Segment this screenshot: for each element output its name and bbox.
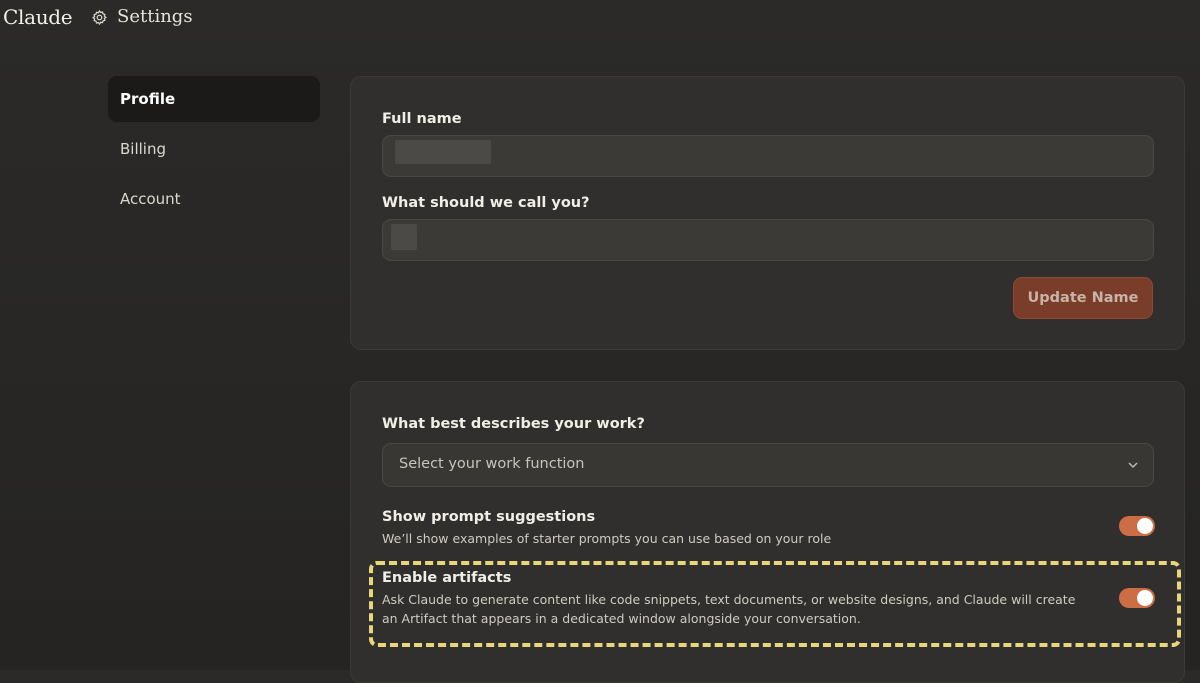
chevron-down-icon — [1128, 462, 1138, 469]
work-function-label: What best describes your work? — [382, 416, 645, 432]
work-preferences-card: What best describes your work? Select yo… — [350, 381, 1185, 683]
work-function-select[interactable]: Select your work function — [382, 443, 1154, 487]
top-bar: Claude Settings — [0, 0, 1200, 38]
page-title: Settings — [117, 6, 193, 27]
app-brand[interactable]: Claude — [3, 5, 73, 29]
full-name-input[interactable] — [382, 135, 1154, 177]
prompt-suggestions-toggle[interactable] — [1119, 516, 1155, 536]
profile-name-card: Full name What should we call you? Updat… — [350, 76, 1185, 350]
work-function-placeholder: Select your work function — [399, 456, 585, 472]
settings-sidebar: Profile Billing Account — [108, 76, 320, 226]
artifacts-toggle[interactable] — [1119, 588, 1155, 608]
sidebar-item-account[interactable]: Account — [108, 176, 320, 222]
redacted-full-name — [395, 140, 491, 164]
prompt-suggestions-title: Show prompt suggestions — [382, 509, 596, 525]
redacted-nickname — [391, 224, 417, 250]
sidebar-item-billing[interactable]: Billing — [108, 126, 320, 172]
artifacts-description: Ask Claude to generate content like code… — [382, 592, 1076, 626]
toggle-knob — [1137, 590, 1153, 606]
update-name-button[interactable]: Update Name — [1013, 277, 1153, 319]
sidebar-item-profile[interactable]: Profile — [108, 76, 320, 122]
gear-icon — [92, 9, 107, 26]
call-you-label: What should we call you? — [382, 195, 590, 211]
artifacts-title: Enable artifacts — [382, 570, 512, 586]
full-name-label: Full name — [382, 111, 462, 127]
nickname-input[interactable] — [382, 219, 1154, 261]
toggle-knob — [1137, 518, 1153, 534]
prompt-suggestions-description: We’ll show examples of starter prompts y… — [382, 531, 832, 546]
